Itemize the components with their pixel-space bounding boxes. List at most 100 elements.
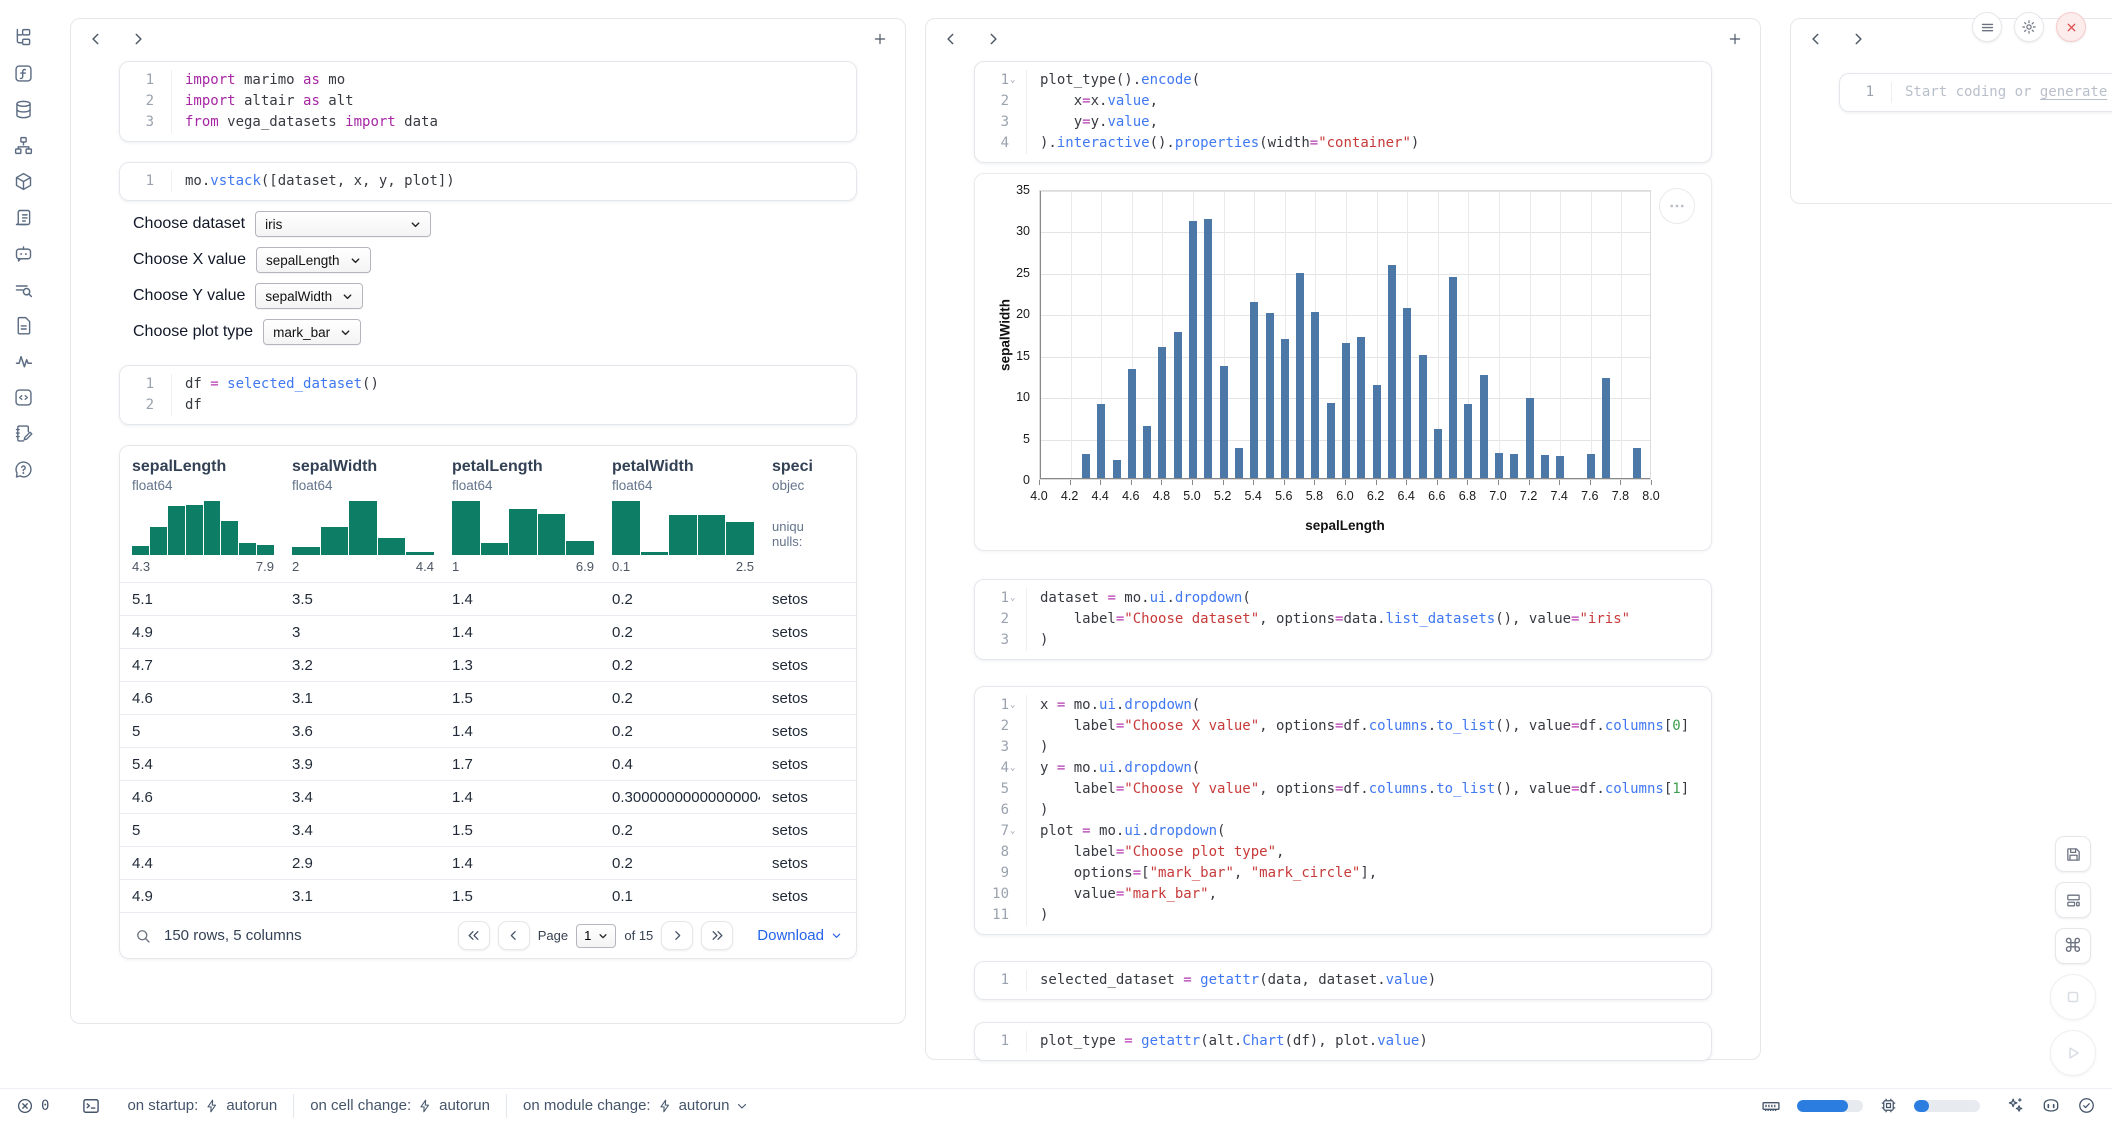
generate-link[interactable]: generate xyxy=(2040,84,2107,100)
error-count: 0 xyxy=(41,1098,49,1114)
chevron-down-icon xyxy=(342,291,353,302)
add-cell-button[interactable] xyxy=(873,32,887,46)
chart-bar xyxy=(1480,375,1488,479)
column-scroll-left-button[interactable] xyxy=(89,32,103,46)
ai-sparkles-button[interactable] xyxy=(2006,1096,2025,1115)
dependency-graph-icon[interactable] xyxy=(12,134,34,156)
chart-bar xyxy=(1464,404,1472,479)
column-scroll-right-button[interactable] xyxy=(986,32,1000,46)
stop-button[interactable] xyxy=(2050,974,2096,1020)
tracing-icon[interactable] xyxy=(12,350,34,372)
lightning-icon xyxy=(418,1099,432,1113)
layout-button[interactable] xyxy=(2055,882,2091,918)
chevron-down-icon xyxy=(340,327,351,338)
file-tree-icon[interactable] xyxy=(12,26,34,48)
code-cell-imports[interactable]: 1import marimo as mo2import altair as al… xyxy=(119,61,857,142)
save-button[interactable] xyxy=(2055,836,2091,872)
error-indicator[interactable]: 0 xyxy=(16,1097,49,1115)
code-cell-selected-dataset[interactable]: 1selected_dataset = getattr(data, datase… xyxy=(974,961,1712,1000)
run-button[interactable] xyxy=(2050,1030,2096,1076)
snippets-icon[interactable] xyxy=(12,386,34,408)
chart-bar xyxy=(1097,404,1105,479)
floating-actions: ⌘ xyxy=(2050,836,2096,1076)
dataset-select[interactable]: iris xyxy=(255,211,431,237)
chart-bar xyxy=(1158,347,1166,479)
chart-menu-button[interactable] xyxy=(1659,188,1695,224)
previous-page-button[interactable] xyxy=(498,921,530,950)
plot-type-select[interactable]: mark_bar xyxy=(263,319,361,345)
code-cell-xyplot-dropdowns[interactable]: 1⌄x = mo.ui.dropdown(2 label="Choose X v… xyxy=(974,686,1712,935)
column-1-header xyxy=(71,19,905,59)
help-icon[interactable] xyxy=(12,458,34,480)
column-histogram xyxy=(612,501,754,555)
logs-icon[interactable] xyxy=(12,206,34,228)
chart-bar xyxy=(1204,219,1212,479)
connection-status-icon[interactable] xyxy=(2077,1096,2096,1115)
table-column-header[interactable]: petalWidthfloat640.12.5 xyxy=(600,446,760,582)
notebook-column-2: 1⌄plot_type().encode(2 x=x.value,3 y=y.v… xyxy=(925,18,1761,1060)
code-cell-df[interactable]: 1df = selected_dataset()2df xyxy=(119,365,857,425)
code-cell-plot[interactable]: 1⌄plot_type().encode(2 x=x.value,3 y=y.v… xyxy=(974,61,1712,163)
shutdown-button[interactable] xyxy=(2056,12,2086,42)
x-value-select[interactable]: sepalLength xyxy=(256,247,371,273)
window-controls xyxy=(1972,12,2086,42)
keyboard-shortcuts-button[interactable]: ⌘ xyxy=(2055,928,2091,964)
search-icon[interactable] xyxy=(134,927,152,945)
on-cell-change-setting[interactable]: on cell change: autorun xyxy=(310,1097,490,1114)
on-module-change-setting[interactable]: on module change: autorun xyxy=(523,1097,748,1114)
chart-bar xyxy=(1495,453,1503,480)
chart-plot-area[interactable] xyxy=(1039,190,1651,480)
column-scroll-left-button[interactable] xyxy=(944,32,958,46)
table-column-header[interactable]: sepalWidthfloat6424.4 xyxy=(280,446,440,582)
code-cell-vstack[interactable]: 1mo.vstack([dataset, x, y, plot]) xyxy=(119,162,857,201)
code-cell-dataset-dropdown[interactable]: 1⌄dataset = mo.ui.dropdown(2 label="Choo… xyxy=(974,579,1712,660)
functions-icon[interactable] xyxy=(12,62,34,84)
gear-icon xyxy=(2021,19,2037,35)
page-select[interactable]: 1 xyxy=(576,924,616,948)
datasources-icon[interactable] xyxy=(12,98,34,120)
table-column-header[interactable]: speciobjecuniqunulls: xyxy=(760,446,857,582)
notebook-column-1: 1import marimo as mo2import altair as al… xyxy=(70,18,906,1024)
cpu-usage-meter[interactable] xyxy=(1914,1100,1980,1112)
altair-chart-output: sepalWidth sepalLength 4.04.24.44.64.85.… xyxy=(974,173,1712,551)
dropdown-label: Choose X value xyxy=(133,251,246,269)
code-cell-plot-type[interactable]: 1plot_type = getattr(alt.Chart(df), plot… xyxy=(974,1022,1712,1061)
column-scroll-right-button[interactable] xyxy=(1851,32,1865,46)
first-page-button[interactable] xyxy=(458,921,490,950)
column-scroll-right-button[interactable] xyxy=(131,32,145,46)
table-column-header[interactable]: petalLengthfloat6416.9 xyxy=(440,446,600,582)
settings-button[interactable] xyxy=(2014,12,2044,42)
scratchpad-icon[interactable] xyxy=(12,422,34,444)
last-page-button[interactable] xyxy=(701,921,733,950)
copilot-button[interactable] xyxy=(2041,1096,2061,1116)
chart-bar xyxy=(1220,366,1228,480)
column-histogram xyxy=(292,501,434,555)
memory-meter-fill xyxy=(1797,1100,1848,1112)
on-startup-setting[interactable]: on startup: autorun xyxy=(127,1097,277,1114)
chart-bar xyxy=(1082,454,1090,479)
memory-usage-meter[interactable] xyxy=(1797,1100,1863,1112)
ai-chat-icon[interactable] xyxy=(12,242,34,264)
table-row: 4.63.11.50.2setos xyxy=(120,681,856,714)
chart-bar xyxy=(1250,302,1258,479)
page-count-label: of 15 xyxy=(624,928,653,943)
layout-grid-icon xyxy=(2065,892,2082,909)
divider xyxy=(506,1094,507,1118)
outline-search-icon[interactable] xyxy=(12,278,34,300)
chart-bar xyxy=(1128,369,1136,479)
menu-button[interactable] xyxy=(1972,12,2002,42)
chart-bar xyxy=(1388,265,1396,479)
y-value-select[interactable]: sepalWidth xyxy=(255,283,363,309)
download-button[interactable]: Download xyxy=(757,927,842,944)
chart-bar xyxy=(1174,332,1182,479)
empty-cell-editor[interactable]: 1 Start coding or generate with xyxy=(1839,73,2112,112)
column-scroll-left-button[interactable] xyxy=(1809,32,1823,46)
packages-icon[interactable] xyxy=(12,170,34,192)
next-page-button[interactable] xyxy=(661,921,693,950)
terminal-button[interactable] xyxy=(81,1096,101,1116)
documentation-icon[interactable] xyxy=(12,314,34,336)
add-cell-button[interactable] xyxy=(1728,32,1742,46)
table-row: 53.41.50.2setos xyxy=(120,813,856,846)
table-column-header[interactable]: sepalLengthfloat644.37.9 xyxy=(120,446,280,582)
lightning-icon xyxy=(205,1099,219,1113)
